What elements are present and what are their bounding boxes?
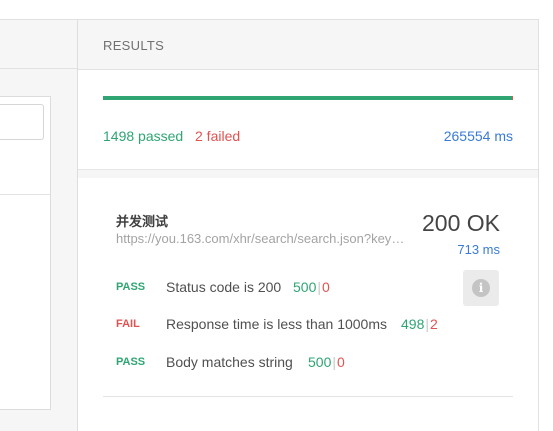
info-icon: i: [472, 279, 490, 297]
test-counts: 498|2: [401, 316, 438, 332]
left-input-field[interactable]: [0, 104, 44, 140]
info-button[interactable]: i: [463, 270, 499, 306]
results-title: RESULTS: [103, 38, 165, 53]
failed-count[interactable]: 2 failed: [195, 128, 240, 144]
progress-pass-fill: [103, 96, 512, 100]
request-url: https://you.163.com/xhr/search/search.js…: [116, 231, 411, 246]
request-name[interactable]: 并发测试: [116, 211, 168, 230]
response-status: 200 OK: [422, 210, 500, 236]
test-pass-count: 500: [308, 354, 332, 370]
left-card: [0, 96, 51, 410]
left-panel-header: [0, 19, 77, 69]
test-counts: 500|0: [308, 354, 345, 370]
request-result-card: 并发测试 https://you.163.com/xhr/search/sear…: [78, 178, 538, 431]
count-separator: |: [425, 316, 429, 332]
test-name: Body matches string: [166, 354, 293, 370]
count-separator: |: [332, 354, 336, 370]
test-status-label: PASS: [116, 281, 146, 293]
test-status-label: PASS: [116, 356, 146, 368]
test-name: Status code is 200: [166, 279, 282, 295]
test-pass-count: 498: [401, 316, 425, 332]
test-pass-count: 500: [293, 279, 317, 295]
count-separator: |: [317, 279, 321, 295]
passed-count[interactable]: 1498 passed: [103, 128, 183, 144]
left-card-divider: [0, 194, 50, 195]
run-progress-bar: [103, 96, 513, 100]
progress-fail-fill: [512, 96, 513, 100]
results-summary: 1498 passed 2 failed 265554 ms: [78, 70, 538, 170]
results-header: RESULTS: [78, 20, 538, 70]
response-time: 713 ms: [457, 242, 500, 257]
test-fail-count: 2: [430, 316, 438, 332]
test-fail-count: 0: [337, 354, 345, 370]
test-status-label: FAIL: [116, 318, 140, 330]
test-name: Response time is less than 1000ms: [166, 316, 387, 332]
test-fail-count: 0: [322, 279, 330, 295]
card-divider: [103, 396, 513, 397]
test-counts: 500|0: [293, 279, 330, 295]
total-time: 265554 ms: [443, 128, 513, 144]
